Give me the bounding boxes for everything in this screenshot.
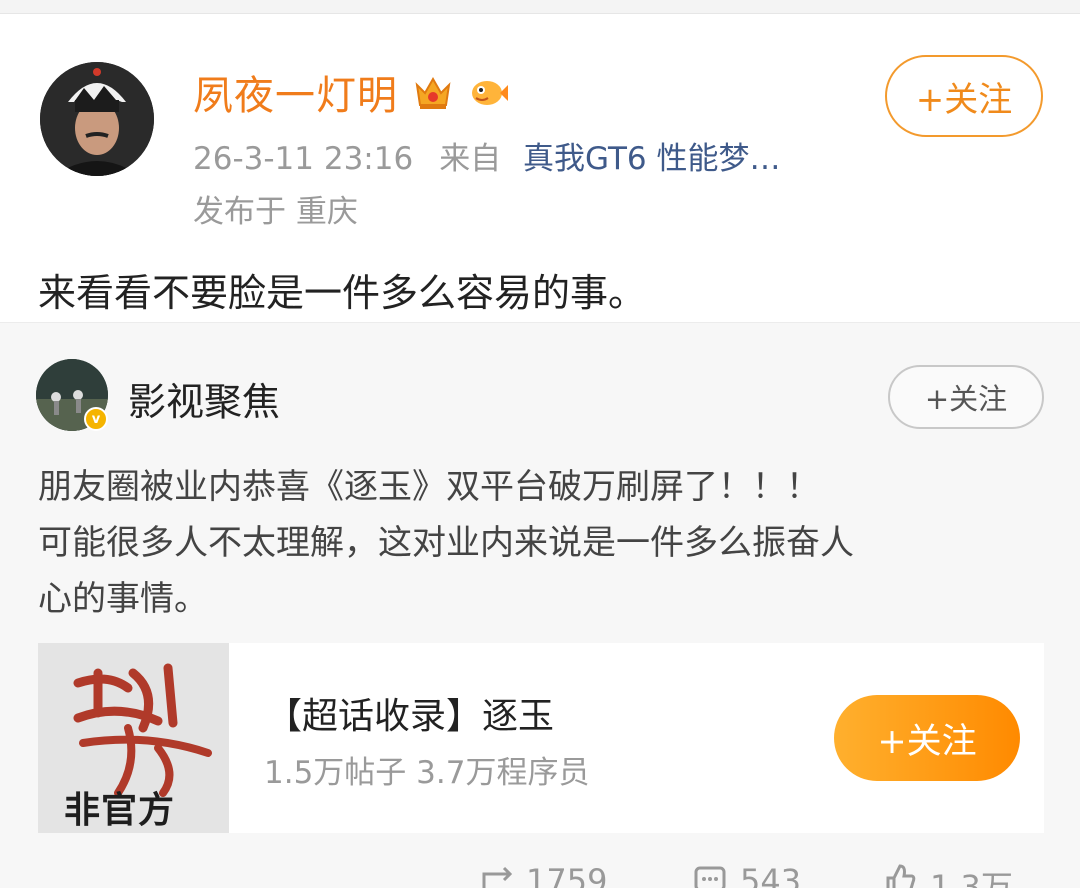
follow-repost-author-button[interactable]: +关注 <box>888 365 1044 429</box>
post-location: 发布于 重庆 <box>193 194 358 230</box>
like-count: 1.3万 <box>930 868 1013 888</box>
topic-cover-image[interactable]: 非官方 <box>38 643 229 833</box>
repost-action[interactable]: 1759 <box>478 862 607 888</box>
topic-image-label: 非官方 <box>64 790 176 831</box>
repost-author-name[interactable]: 影视聚焦 <box>128 371 280 426</box>
repost-text: 朋友圈被业内恭喜《逐玉》双平台破万刷屏了！！！ 可能很多人不太理解，这对业内来说… <box>38 459 1048 627</box>
verified-badge-icon: v <box>84 407 108 431</box>
share-icon <box>482 866 513 888</box>
post-meta: 26-3-11 23:16 来自 真我GT6 性能梦… <box>193 133 780 178</box>
topic-card[interactable]: 非官方 【超话收录】逐玉 1.5万帖子 3.7万程序员 +关注 <box>38 643 1044 833</box>
thumbs-up-icon <box>886 864 916 888</box>
post-source[interactable]: 真我GT6 性能梦… <box>523 141 780 177</box>
post-time: 26-3-11 23:16 <box>193 141 414 177</box>
author-avatar[interactable] <box>40 62 154 176</box>
repost-text-line: 可能很多人不太理解，这对业内来说是一件多么振奋人 <box>38 523 854 563</box>
comment-action[interactable]: 543 <box>692 862 801 888</box>
follow-topic-button[interactable]: +关注 <box>834 695 1020 781</box>
comment-icon <box>694 866 726 888</box>
author-name[interactable]: 夙夜一灯明 <box>193 63 398 121</box>
follow-author-button[interactable]: +关注 <box>885 55 1043 137</box>
repost-count: 1759 <box>526 862 608 888</box>
comment-count: 543 <box>740 862 802 888</box>
status-strip <box>0 0 1080 14</box>
fish-badge-icon[interactable] <box>468 71 510 113</box>
topic-title[interactable]: 【超话收录】逐玉 <box>266 687 554 739</box>
post-text: 来看看不要脸是一件多么容易的事。 <box>38 271 647 315</box>
repost-text-line: 心的事情。 <box>38 579 208 619</box>
repost-text-line: 朋友圈被业内恭喜《逐玉》双平台破万刷屏了！！！ <box>38 467 820 507</box>
action-bar: 1759 543 1.3万 <box>0 858 1080 888</box>
source-prefix: 来自 <box>439 141 502 177</box>
repost-card[interactable]: v 影视聚焦 +关注 朋友圈被业内恭喜《逐玉》双平台破万刷屏了！！！ 可能很多人… <box>0 322 1080 888</box>
topic-stats: 1.5万帖子 3.7万程序员 <box>264 755 590 791</box>
like-action[interactable]: 1.3万 <box>882 862 1013 888</box>
crown-badge-icon[interactable] <box>412 71 454 113</box>
author-row: 夙夜一灯明 <box>193 62 510 122</box>
